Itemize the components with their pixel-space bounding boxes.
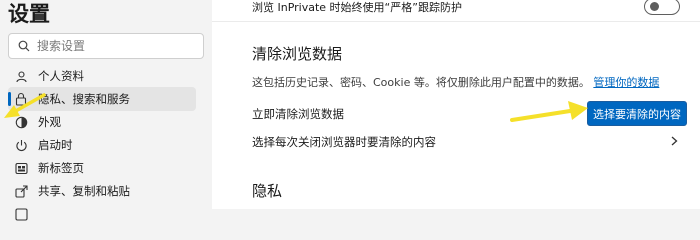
sidebar-item-appearance[interactable]: 外观 <box>8 110 196 134</box>
sidebar-title: 设置 <box>8 2 50 26</box>
sidebar-item-new-tab[interactable]: 新标签页 <box>8 156 196 180</box>
clear-browsing-data-description: 这包括历史记录、密码、Cookie 等。将仅删除此用户配置中的数据。 管理你的数… <box>252 74 659 90</box>
sidebar-item-privacy[interactable]: 隐私、搜索和服务 <box>8 87 196 111</box>
toggle-knob <box>650 2 659 11</box>
profile-icon <box>14 69 28 83</box>
description-text: 这包括历史记录、密码、Cookie 等。将仅删除此用户配置中的数据。 <box>252 76 590 89</box>
search-input[interactable] <box>37 39 187 53</box>
inprivate-tracking-label: 浏览 InPrivate 时始终使用“严格”跟踪防护 <box>252 1 462 14</box>
search-box[interactable] <box>8 33 204 59</box>
settings-main-panel: 浏览 InPrivate 时始终使用“严格”跟踪防护 清除浏览数据 这包括历史记… <box>212 0 700 209</box>
sidebar-item-label: 共享、复制和粘贴 <box>38 184 130 198</box>
sidebar-item-more[interactable] <box>8 202 196 226</box>
divider <box>212 21 700 22</box>
lock-icon <box>14 92 28 106</box>
sidebar-item-share[interactable]: 共享、复制和粘贴 <box>8 179 196 203</box>
search-icon <box>18 40 30 52</box>
inprivate-tracking-row: 浏览 InPrivate 时始终使用“严格”跟踪防护 <box>252 0 700 18</box>
chevron-right-icon[interactable] <box>668 135 680 147</box>
power-icon <box>14 138 28 152</box>
clear-browsing-data-title: 清除浏览数据 <box>252 45 343 63</box>
sidebar-item-label: 外观 <box>38 115 61 129</box>
sidebar-item-label: 启动时 <box>38 138 73 152</box>
manage-your-data-link[interactable]: 管理你的数据 <box>593 76 659 89</box>
settings-sidebar: 设置 个人资料 隐私、搜索和服务 外观 启动时 新标签 <box>0 0 212 221</box>
cut-off-icon <box>14 207 28 221</box>
choose-what-to-clear-button[interactable]: 选择要清除的内容 <box>587 101 687 126</box>
new-tab-icon <box>14 161 28 175</box>
inprivate-strict-toggle[interactable] <box>644 0 680 15</box>
sidebar-item-startup[interactable]: 启动时 <box>8 133 196 157</box>
sidebar-item-profile[interactable]: 个人资料 <box>8 64 196 88</box>
privacy-section-title: 隐私 <box>252 182 283 200</box>
sidebar-item-label: 隐私、搜索和服务 <box>38 92 130 106</box>
sidebar-item-label: 新标签页 <box>38 161 84 175</box>
clear-now-label: 立即清除浏览数据 <box>252 107 344 121</box>
appearance-icon <box>14 115 28 129</box>
sidebar-item-label: 个人资料 <box>38 69 84 83</box>
clear-on-close-row[interactable]: 选择每次关闭浏览器时要清除的内容 <box>252 134 436 150</box>
share-icon <box>14 184 28 198</box>
